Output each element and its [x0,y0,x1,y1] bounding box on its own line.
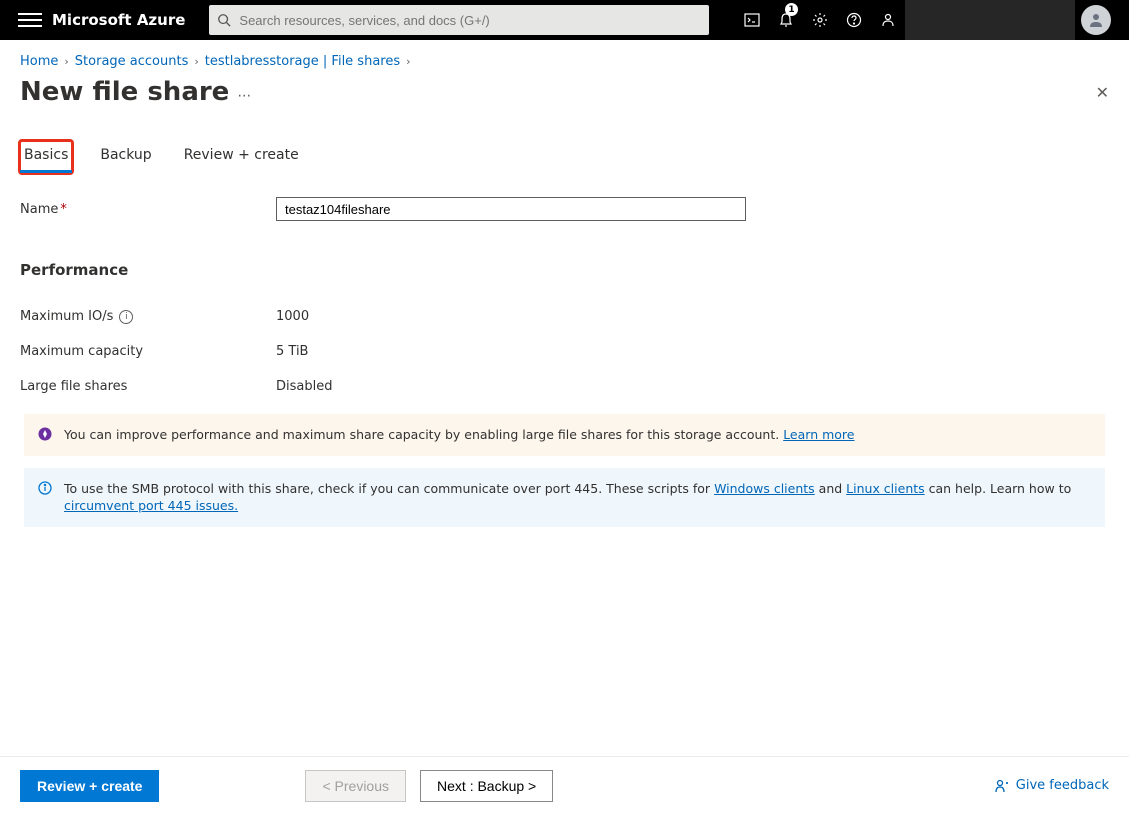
info-icon [38,481,54,515]
breadcrumb-storage-accounts[interactable]: Storage accounts [75,54,189,69]
compass-icon [38,427,54,444]
info-icon[interactable]: i [119,310,133,324]
search-input[interactable] [209,5,709,35]
name-row: Name* [20,197,1109,221]
page-title: New file share [20,77,229,107]
max-capacity-value: 5 TiB [276,344,308,359]
info-banner: To use the SMB protocol with this share,… [24,468,1105,527]
notifications-icon[interactable]: 1 [769,0,803,40]
menu-icon[interactable] [18,8,42,32]
more-icon[interactable]: ⋯ [237,88,253,104]
form-area: Name* Performance Maximum IO/s i 1000 Ma… [0,173,1129,627]
tab-basics[interactable]: Basics [20,141,72,173]
upsell-banner: You can improve performance and maximum … [24,414,1105,456]
chevron-right-icon: › [64,55,68,68]
close-icon[interactable]: ✕ [1096,83,1109,102]
cloud-shell-icon[interactable] [735,0,769,40]
max-capacity-row: Maximum capacity 5 TiB [20,344,1109,359]
chevron-right-icon: › [406,55,410,68]
search-icon [217,12,231,31]
footer: Review + create < Previous Next : Backup… [0,756,1129,814]
large-shares-value: Disabled [276,379,332,394]
info-text: To use the SMB protocol with this share,… [64,480,1091,515]
tab-review[interactable]: Review + create [180,141,303,173]
breadcrumb-home[interactable]: Home [20,54,58,69]
upsell-text: You can improve performance and maximum … [64,426,854,444]
learn-more-link[interactable]: Learn more [783,427,854,442]
port-445-link[interactable]: circumvent port 445 issues. [64,498,238,513]
tab-backup[interactable]: Backup [96,141,155,173]
review-create-button[interactable]: Review + create [20,770,159,802]
name-label: Name* [20,202,276,217]
top-bar: Microsoft Azure 1 [0,0,1129,40]
chevron-right-icon: › [194,55,198,68]
max-io-value: 1000 [276,309,309,324]
notification-badge: 1 [785,3,798,16]
search-wrapper [209,5,709,35]
large-shares-label: Large file shares [20,379,276,394]
name-input[interactable] [276,197,746,221]
account-area[interactable] [905,0,1075,40]
give-feedback-link[interactable]: Give feedback [994,778,1109,794]
max-capacity-label: Maximum capacity [20,344,276,359]
required-marker: * [60,202,67,217]
breadcrumb: Home › Storage accounts › testlabresstor… [0,40,1129,77]
help-icon[interactable] [837,0,871,40]
max-io-row: Maximum IO/s i 1000 [20,309,1109,324]
brand-label: Microsoft Azure [52,11,185,29]
large-shares-row: Large file shares Disabled [20,379,1109,394]
settings-icon[interactable] [803,0,837,40]
feedback-icon[interactable] [871,0,905,40]
title-row: New file share ⋯ ✕ [0,77,1129,111]
windows-clients-link[interactable]: Windows clients [714,481,815,496]
next-button[interactable]: Next : Backup > [420,770,553,802]
avatar[interactable] [1081,5,1111,35]
tabs: Basics Backup Review + create [0,111,1129,173]
breadcrumb-storage-fileshares[interactable]: testlabresstorage | File shares [205,54,400,69]
performance-heading: Performance [20,261,1109,279]
linux-clients-link[interactable]: Linux clients [846,481,925,496]
previous-button: < Previous [305,770,406,802]
feedback-icon [994,778,1010,794]
max-io-label: Maximum IO/s i [20,309,276,324]
